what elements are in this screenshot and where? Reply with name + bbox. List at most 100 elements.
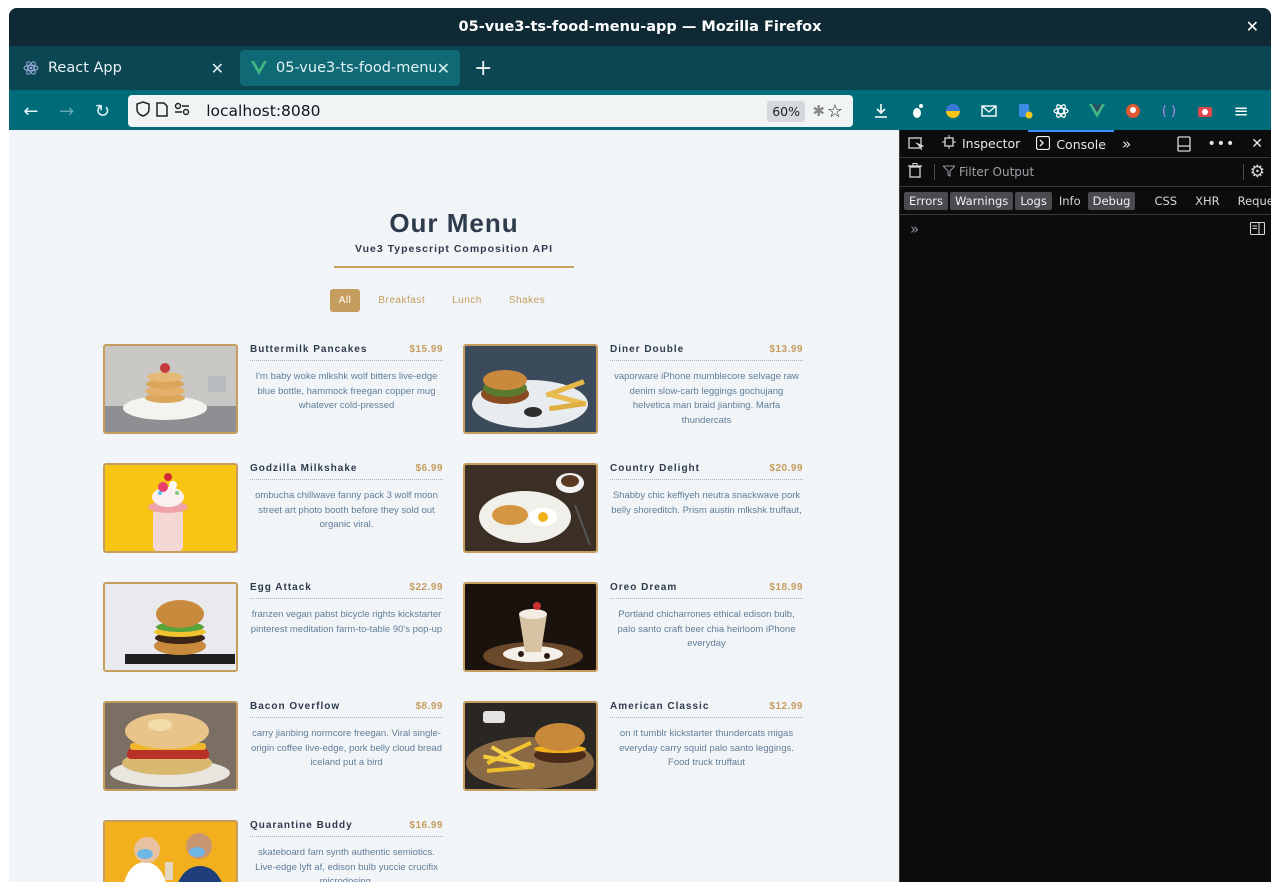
- menu-item: Oreo Dream $18.99 Portland chicharrones …: [463, 582, 803, 672]
- react-devtools-icon[interactable]: [1047, 97, 1075, 125]
- menu-item-description: on it tumblr kickstarter thundercats mig…: [619, 728, 794, 768]
- menu-item: Bacon Overflow $8.99 carry jianbing norm…: [103, 701, 443, 791]
- container-icon[interactable]: [1011, 97, 1039, 125]
- menu-item-info: Quarantine Buddy $16.99 skateboard fam s…: [250, 820, 443, 882]
- tab-react-app[interactable]: React App ✕: [12, 50, 234, 86]
- back-icon[interactable]: ←: [17, 97, 45, 125]
- menu-item-info: Godzilla Milkshake $6.99 ombucha chillwa…: [250, 463, 443, 553]
- code-brackets-icon[interactable]: ( ): [1155, 97, 1183, 125]
- gnome-icon[interactable]: [903, 97, 931, 125]
- tab-close-icon[interactable]: ✕: [437, 59, 450, 78]
- extension-icon[interactable]: ✱: [812, 102, 825, 120]
- filter-lunch-button[interactable]: Lunch: [443, 289, 491, 312]
- menu-item-name: Oreo Dream: [610, 582, 678, 593]
- separator: [934, 164, 935, 180]
- duckduckgo-icon[interactable]: [1119, 97, 1147, 125]
- menu-item-header: American Classic $12.99: [610, 701, 803, 718]
- bookmark-star-icon[interactable]: ☆: [827, 101, 843, 122]
- trash-icon[interactable]: [908, 163, 922, 181]
- type-css[interactable]: CSS: [1149, 192, 1182, 210]
- sidebar-toggle-icon[interactable]: [1249, 221, 1266, 239]
- window-title: 05-vue3-ts-food-menu-app — Mozilla Firef…: [458, 19, 822, 35]
- reload-icon[interactable]: ↻: [89, 97, 117, 125]
- menu-item-header: Diner Double $13.99: [610, 344, 803, 361]
- menu-item-photo: [463, 582, 598, 672]
- menu-item-photo: [103, 582, 238, 672]
- menu-item-header: Buttermilk Pancakes $15.99: [250, 344, 443, 361]
- menu-item-name: Country Delight: [610, 463, 700, 474]
- menu-item-name: Diner Double: [610, 344, 685, 355]
- menu-item-header: Quarantine Buddy $16.99: [250, 820, 443, 837]
- settings-gear-icon[interactable]: ⚙: [1250, 162, 1265, 182]
- menu-item-name: American Classic: [610, 701, 710, 712]
- menu-item-info: Egg Attack $22.99 franzen vegan pabst bi…: [250, 582, 443, 672]
- food-menu-page: Our Menu Vue3 Typescript Composition API…: [9, 130, 899, 882]
- menu-item-header: Oreo Dream $18.99: [610, 582, 803, 599]
- tab-food-menu[interactable]: 05-vue3-ts-food-menu-app ✕: [240, 50, 460, 86]
- zoom-level-button[interactable]: 60%: [767, 100, 805, 122]
- more-tabs-icon[interactable]: »: [1114, 130, 1139, 158]
- close-devtools-icon[interactable]: ✕: [1243, 130, 1271, 158]
- level-errors[interactable]: Errors: [904, 191, 949, 210]
- menu-item-description: Portland chicharrones ethical edison bul…: [617, 609, 796, 649]
- menu-grid: Buttermilk Pancakes $15.99 I'm baby woke…: [103, 344, 806, 882]
- filter-output-input[interactable]: Filter Output: [959, 165, 1243, 179]
- menu-item-price: $18.99: [769, 582, 803, 593]
- tab-inspector[interactable]: Inspector: [934, 130, 1028, 158]
- python-icon[interactable]: [939, 97, 967, 125]
- level-debug[interactable]: Debug: [1087, 191, 1136, 210]
- type-xhr[interactable]: XHR: [1190, 192, 1225, 210]
- element-picker-icon[interactable]: [900, 130, 930, 158]
- level-info[interactable]: Info: [1054, 192, 1086, 210]
- menu-item-info: Diner Double $13.99 vaporware iPhone mum…: [610, 344, 803, 434]
- close-window-icon[interactable]: ✕: [1246, 17, 1259, 36]
- menu-item-photo: [463, 701, 598, 791]
- url-text[interactable]: localhost:8080: [206, 102, 320, 120]
- new-tab-icon[interactable]: +: [474, 56, 492, 81]
- menu-item-photo: [103, 463, 238, 553]
- filter-breakfast-button[interactable]: Breakfast: [369, 289, 434, 312]
- tab-close-icon[interactable]: ✕: [211, 59, 224, 78]
- tab-label: React App: [48, 60, 122, 76]
- menu-item-name: Buttermilk Pancakes: [250, 344, 368, 355]
- menu-item: Country Delight $20.99 Shabby chic keffi…: [463, 463, 803, 553]
- console-level-filters: Errors Warnings Logs Info Debug CSS XHR …: [900, 187, 1271, 215]
- tab-label: 05-vue3-ts-food-menu-app: [276, 60, 436, 76]
- menu-item-photo: [463, 344, 598, 434]
- menu-subtitle: Vue3 Typescript Composition API: [354, 243, 554, 255]
- tab-bar: React App ✕ 05-vue3-ts-food-menu-app ✕ +: [9, 46, 1271, 90]
- toolbar-extensions: ( ) ≡: [867, 97, 1263, 125]
- category-filters: All Breakfast Lunch Shakes: [9, 289, 899, 312]
- filter-shakes-button[interactable]: Shakes: [500, 289, 554, 312]
- menu-title: Our Menu: [389, 208, 519, 238]
- vue-devtools-icon[interactable]: [1083, 97, 1111, 125]
- nav-bar: ← → ↻ localhost:8080 60% ✱ ☆ () ≡: [9, 90, 1271, 132]
- menu-item: Godzilla Milkshake $6.99 ombucha chillwa…: [103, 463, 443, 553]
- address-bar[interactable]: localhost:8080 60% ✱ ☆: [128, 95, 853, 127]
- screenshot-icon[interactable]: [1191, 97, 1219, 125]
- menu-item-header: Country Delight $20.99: [610, 463, 803, 480]
- level-warnings[interactable]: Warnings: [950, 191, 1014, 210]
- menu-item-description: ombucha chillwave fanny pack 3 wolf moon…: [255, 490, 438, 530]
- menu-item: American Classic $12.99 on it tumblr kic…: [463, 701, 803, 791]
- menu-item-info: Buttermilk Pancakes $15.99 I'm baby woke…: [250, 344, 443, 434]
- mail-icon[interactable]: [975, 97, 1003, 125]
- dock-icon[interactable]: [1169, 130, 1199, 158]
- level-logs[interactable]: Logs: [1015, 191, 1052, 210]
- tab-console[interactable]: Console: [1028, 129, 1114, 158]
- type-requests[interactable]: Requests: [1233, 192, 1271, 210]
- forward-icon[interactable]: →: [53, 97, 81, 125]
- console-input-line[interactable]: »: [900, 215, 1271, 243]
- vue-icon: [250, 59, 268, 77]
- hamburger-menu-icon[interactable]: ≡: [1227, 97, 1255, 125]
- permissions-icon[interactable]: [174, 102, 190, 120]
- shield-icon[interactable]: [136, 101, 150, 121]
- menu-item-name: Quarantine Buddy: [250, 820, 353, 831]
- more-options-icon[interactable]: •••: [1199, 130, 1243, 158]
- menu-item-description: franzen vegan pabst bicycle rights kicks…: [250, 609, 443, 635]
- menu-item-price: $20.99: [769, 463, 803, 474]
- menu-item: Egg Attack $22.99 franzen vegan pabst bi…: [103, 582, 443, 672]
- download-icon[interactable]: [867, 97, 895, 125]
- menu-item-info: American Classic $12.99 on it tumblr kic…: [610, 701, 803, 791]
- filter-all-button[interactable]: All: [329, 289, 361, 312]
